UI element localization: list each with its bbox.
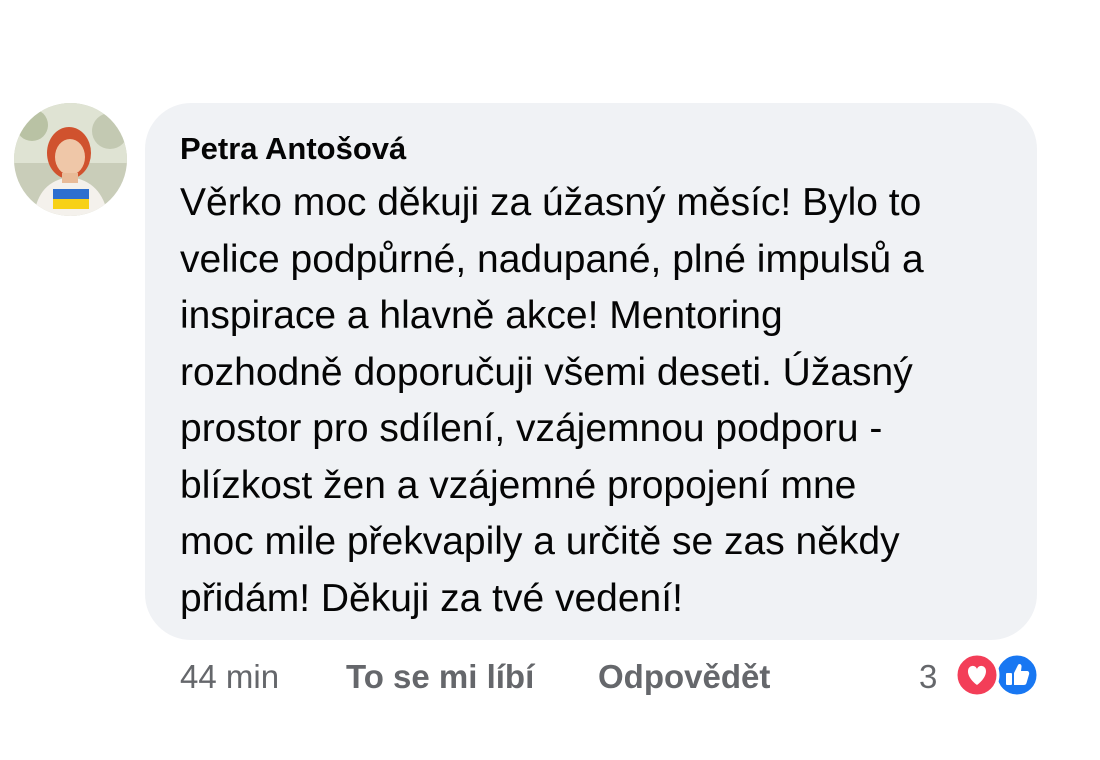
comment-bubble: Petra Antošová Věrko moc děkuji za úžasn…	[145, 103, 1037, 640]
thumbs-up-icon	[994, 652, 1040, 698]
comment-line: inspirace a hlavně akce! Mentoring	[180, 294, 783, 337]
comment-line: rozhodně doporučuji všemi deseti. Úžasný	[180, 350, 913, 394]
reaction-count[interactable]: 3	[919, 652, 937, 702]
like-button[interactable]: To se mi líbí	[346, 652, 534, 702]
comment: Petra Antošová Věrko moc děkuji za úžasn…	[0, 0, 1100, 760]
comment-line: Věrko moc děkuji za úžasný měsíc! Bylo t…	[180, 181, 922, 224]
comment-line: moc mile překvapily a určitě se zas někd…	[180, 520, 900, 563]
comment-text: Věrko moc děkuji za úžasný měsíc! Bylo t…	[180, 175, 1007, 627]
comment-author[interactable]: Petra Antošová	[180, 129, 1007, 169]
comment-line: prostor pro sdílení, vzájemnou podporu -	[180, 407, 883, 450]
heart-icon	[954, 652, 1000, 698]
comment-line: přidám! Děkuji za tvé vedení!	[180, 576, 683, 620]
comment-line: blízkost žen a vzájemné propojení mne	[180, 463, 857, 507]
comment-actions: 44 min To se mi líbí Odpovědět 3	[180, 652, 1050, 702]
comment-timestamp[interactable]: 44 min	[180, 652, 279, 702]
reactions-summary[interactable]	[954, 650, 1048, 700]
avatar-photo	[14, 103, 127, 216]
comment-line: velice podpůrné, nadupané, plné impulsů …	[180, 237, 924, 281]
reply-button[interactable]: Odpovědět	[598, 652, 770, 702]
avatar[interactable]	[14, 103, 127, 216]
